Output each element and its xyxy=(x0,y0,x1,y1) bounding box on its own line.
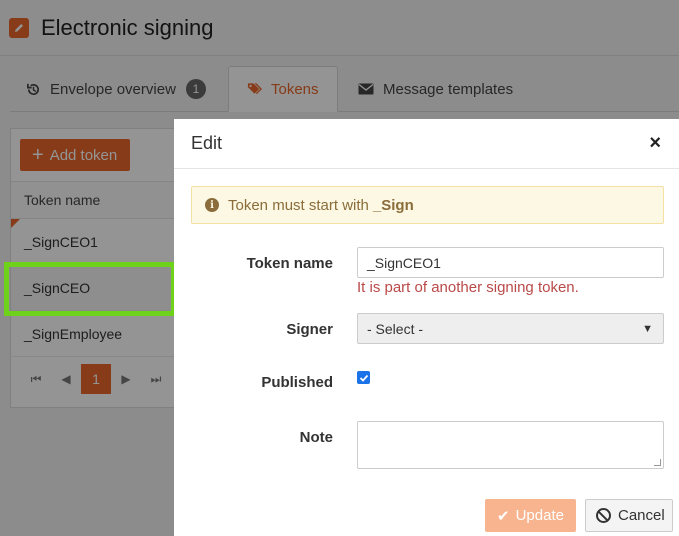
alert-strong: _Sign xyxy=(372,196,414,214)
alert-text: Token must start with xyxy=(228,196,369,214)
dialog-title: Edit xyxy=(191,133,223,153)
note-label: Note xyxy=(299,429,333,446)
close-icon[interactable]: × xyxy=(649,133,661,153)
ban-icon xyxy=(596,508,611,523)
cancel-label: Cancel xyxy=(618,507,665,524)
signer-label: Signer xyxy=(286,321,333,338)
highlight-box xyxy=(4,262,176,316)
token-name-label: Token name xyxy=(246,255,333,272)
warning-alert: i Token must start with _Sign xyxy=(191,186,664,224)
caret-down-icon: ▼ xyxy=(642,322,653,335)
published-label: Published xyxy=(261,374,333,391)
update-button[interactable]: ✔ Update xyxy=(485,499,576,532)
resize-handle-icon[interactable] xyxy=(654,459,661,466)
check-icon: ✔ xyxy=(497,507,510,525)
dialog-header: Edit × xyxy=(174,119,679,169)
token-name-error: It is part of another signing token. xyxy=(357,279,579,296)
signer-value: - Select - xyxy=(367,320,424,337)
token-name-input[interactable]: _SignCEO1 xyxy=(357,247,664,278)
cancel-button[interactable]: Cancel xyxy=(585,499,673,532)
signer-select[interactable]: - Select - ▼ xyxy=(357,313,664,344)
update-label: Update xyxy=(515,507,564,524)
info-icon: i xyxy=(205,198,219,212)
edit-dialog: Edit × i Token must start with _Sign Tok… xyxy=(174,119,679,536)
published-checkbox[interactable] xyxy=(357,371,370,384)
note-textarea[interactable] xyxy=(357,421,664,469)
